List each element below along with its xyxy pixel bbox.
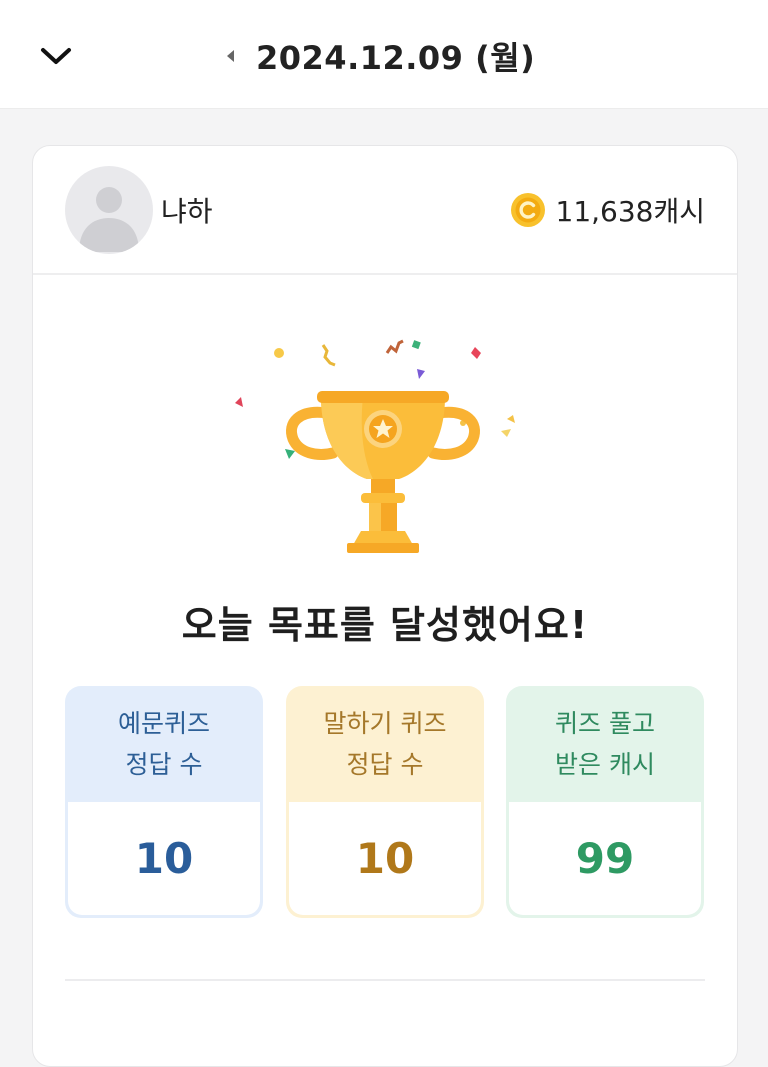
date-title: 2024.12.09 (월) — [256, 39, 536, 77]
stat-value: 99 — [509, 802, 701, 915]
stat-label-line1: 말하기 퀴즈 — [323, 709, 447, 738]
chevron-down-icon — [41, 48, 71, 64]
default-user-icon — [79, 187, 139, 252]
goal-achieved-title: 오늘 목표를 달성했어요! — [181, 603, 589, 647]
stat-speaking-quiz-correct: 말하기 퀴즈 정답 수 10 — [286, 686, 484, 918]
cash-balance: 11,638캐시 — [510, 190, 706, 230]
stat-label-line2: 받은 캐시 — [555, 750, 655, 779]
trophy-illustration — [213, 331, 553, 561]
trophy-icon — [235, 339, 515, 553]
stat-quiz-cash-earned: 퀴즈 풀고 받은 캐시 99 — [506, 686, 704, 918]
caret-left-icon — [227, 50, 234, 62]
stat-label-line1: 퀴즈 풀고 — [555, 709, 655, 738]
avatar — [65, 166, 153, 254]
stat-value: 10 — [68, 802, 260, 915]
stat-label: 퀴즈 풀고 받은 캐시 — [506, 686, 704, 802]
date-navigator: 2024.12.09 (월) — [218, 30, 535, 82]
divider — [65, 979, 705, 981]
cash-amount: 11,638캐시 — [555, 195, 706, 228]
stat-value: 10 — [289, 802, 481, 915]
stat-label: 예문퀴즈 정답 수 — [65, 686, 263, 802]
stat-label-line2: 정답 수 — [125, 750, 203, 779]
profile-row: 냐하 11,638캐시 — [33, 146, 737, 275]
stat-sentence-quiz-correct: 예문퀴즈 정답 수 10 — [65, 686, 263, 918]
top-bar: 2024.12.09 (월) — [0, 0, 768, 109]
coin-icon — [510, 193, 545, 227]
previous-date-button[interactable] — [218, 36, 244, 76]
stat-label: 말하기 퀴즈 정답 수 — [286, 686, 484, 802]
collapse-button[interactable] — [30, 30, 82, 82]
username: 냐하 — [161, 195, 213, 228]
daily-result-card: 냐하 11,638캐시 오늘 목표를 달성했어요! 예문퀴즈 정답 수 10 말… — [32, 145, 738, 1067]
stat-label-line1: 예문퀴즈 — [117, 709, 210, 738]
stat-label-line2: 정답 수 — [346, 750, 424, 779]
